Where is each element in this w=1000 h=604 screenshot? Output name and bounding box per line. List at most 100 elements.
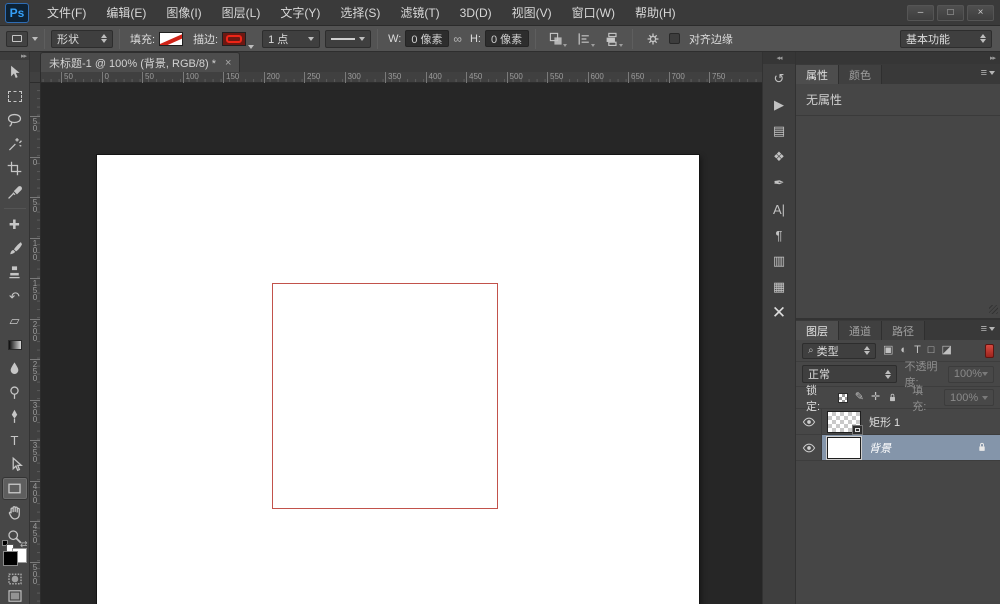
drawn-rectangle-shape[interactable] xyxy=(272,283,498,509)
layer-name[interactable]: 背景 xyxy=(869,440,891,456)
screen-mode-button[interactable] xyxy=(2,588,28,604)
document-tab[interactable]: 未标题-1 @ 100% (背景, RGB/8) * × xyxy=(40,52,240,72)
spot-healing-brush-tool[interactable]: ✚ xyxy=(2,213,28,236)
type-tool[interactable]: T xyxy=(2,429,28,452)
info-panel-icon[interactable]: ▦ xyxy=(765,276,793,298)
measure-panel-icon[interactable]: ✕ xyxy=(765,302,793,324)
ruler-origin-corner[interactable] xyxy=(30,72,41,83)
layer-filter-select[interactable]: ⌕ 类型 xyxy=(802,343,876,359)
tab-properties[interactable]: 属性 xyxy=(796,65,839,84)
opacity-select[interactable]: 100% xyxy=(948,366,994,383)
minimize-button[interactable]: – xyxy=(907,5,934,21)
history-panel-icon[interactable]: ↺ xyxy=(765,68,793,90)
layer-thumbnail[interactable] xyxy=(827,411,861,433)
tab-paths[interactable]: 路径 xyxy=(882,321,925,340)
dock-expand-button[interactable]: ◂◂ xyxy=(763,52,795,64)
align-edges-checkbox[interactable] xyxy=(669,33,680,44)
layer-visibility-toggle[interactable] xyxy=(796,409,822,434)
foreground-color-swatch[interactable] xyxy=(3,551,18,566)
tool-preset-picker[interactable] xyxy=(6,31,38,47)
chevron-down-icon[interactable] xyxy=(248,45,254,49)
hand-tool[interactable] xyxy=(2,501,28,524)
rectangle-tool[interactable] xyxy=(2,477,28,500)
shape-height-field[interactable]: 0 像素 xyxy=(485,30,529,47)
tab-layers[interactable]: 图层 xyxy=(796,321,839,340)
panel-resize-grip[interactable] xyxy=(989,305,998,314)
lasso-tool[interactable] xyxy=(2,109,28,132)
close-icon[interactable]: × xyxy=(225,57,231,69)
menu-item-4[interactable]: 文字(Y) xyxy=(270,0,330,26)
panel-menu-icon[interactable]: ≡ xyxy=(981,323,995,335)
filter-adjustment-layers-icon[interactable]: ◐ xyxy=(900,345,907,356)
styles-panel-icon[interactable]: ▤ xyxy=(765,120,793,142)
panels-collapse-button[interactable]: ▸▸ xyxy=(796,52,1000,64)
move-tool[interactable] xyxy=(2,61,28,84)
fill-color-swatch[interactable] xyxy=(159,32,183,46)
lock-all-icon[interactable] xyxy=(887,392,898,403)
layer-row-background[interactable]: 背景 xyxy=(796,435,1000,461)
menu-item-2[interactable]: 图像(I) xyxy=(156,0,211,26)
tool-mode-select[interactable]: 形状 xyxy=(51,30,113,48)
gradient-tool[interactable] xyxy=(2,333,28,356)
eyedropper-tool[interactable] xyxy=(2,181,28,204)
tab-channels[interactable]: 通道 xyxy=(839,321,882,340)
dodge-tool[interactable] xyxy=(2,381,28,404)
menu-item-0[interactable]: 文件(F) xyxy=(37,0,96,26)
panel-menu-icon[interactable]: ≡ xyxy=(981,67,995,79)
brush-tool[interactable] xyxy=(2,237,28,260)
layers-empty-area[interactable] xyxy=(796,461,1000,601)
layer-name[interactable]: 矩形 1 xyxy=(869,414,900,430)
layer-row-rectangle[interactable]: 矩形 1 xyxy=(796,409,1000,435)
path-alignment-button[interactable] xyxy=(573,30,595,48)
tab-color[interactable]: 颜色 xyxy=(839,65,882,84)
path-operations-button[interactable] xyxy=(545,30,567,48)
pen-tool[interactable] xyxy=(2,405,28,428)
history-brush-tool[interactable]: ↶ xyxy=(2,285,28,308)
stroke-width-select[interactable]: 1 点 xyxy=(262,30,320,48)
actions-panel-icon[interactable]: ▶ xyxy=(765,94,793,116)
quick-mask-button[interactable] xyxy=(2,571,28,587)
crop-tool[interactable] xyxy=(2,157,28,180)
default-colors-icon[interactable] xyxy=(2,540,8,546)
filter-smart-objects-icon[interactable]: ◪ xyxy=(941,345,951,356)
menu-item-9[interactable]: 窗口(W) xyxy=(562,0,625,26)
stroke-color-swatch[interactable] xyxy=(222,32,246,46)
vertical-ruler[interactable]: 50050100150200250300350400450500 xyxy=(30,83,41,604)
menu-item-10[interactable]: 帮助(H) xyxy=(625,0,686,26)
close-button[interactable]: × xyxy=(967,5,994,21)
blur-tool[interactable] xyxy=(2,357,28,380)
tool-presets-panel-icon[interactable]: ✒ xyxy=(765,172,793,194)
document-canvas[interactable] xyxy=(97,155,699,604)
horizontal-ruler[interactable]: 5005010015020025030035040045050055060065… xyxy=(41,72,762,83)
path-arrangement-button[interactable] xyxy=(601,30,623,48)
rectangular-marquee-tool[interactable] xyxy=(2,85,28,108)
workspace-select[interactable]: 基本功能 xyxy=(900,30,992,48)
link-dimensions-icon[interactable]: ∞ xyxy=(453,32,462,46)
menu-item-6[interactable]: 滤镜(T) xyxy=(390,0,449,26)
path-selection-tool[interactable] xyxy=(2,453,28,476)
menu-item-3[interactable]: 图层(L) xyxy=(212,0,271,26)
paragraph-panel-icon[interactable]: ¶ xyxy=(765,224,793,246)
filter-shape-layers-icon[interactable]: □ xyxy=(928,345,935,356)
canvas-pasteboard[interactable] xyxy=(41,83,762,604)
layer-filter-toggle[interactable] xyxy=(985,344,994,358)
layer-comps-panel-icon[interactable]: ▥ xyxy=(765,250,793,272)
shape-width-field[interactable]: 0 像素 xyxy=(405,30,449,47)
lock-position-icon[interactable]: ✛ xyxy=(871,392,880,403)
character-panel-icon[interactable]: A| xyxy=(765,198,793,220)
lock-pixels-icon[interactable]: ✎ xyxy=(855,392,864,403)
gear-icon[interactable] xyxy=(642,30,664,48)
clone-stamp-tool[interactable] xyxy=(2,261,28,284)
blend-mode-select[interactable]: 正常 xyxy=(802,365,897,383)
stroke-style-select[interactable] xyxy=(325,30,371,48)
menu-item-8[interactable]: 视图(V) xyxy=(502,0,562,26)
layer-visibility-toggle[interactable] xyxy=(796,435,822,460)
tools-collapse-button[interactable]: ▸▸ xyxy=(0,52,29,60)
maximize-button[interactable]: □ xyxy=(937,5,964,21)
filter-pixel-layers-icon[interactable]: ▣ xyxy=(883,345,893,356)
layer-thumbnail[interactable] xyxy=(827,437,861,459)
lock-transparency-icon[interactable] xyxy=(838,393,848,403)
materials-panel-icon[interactable]: ❖ xyxy=(765,146,793,168)
fill-opacity-select[interactable]: 100% xyxy=(944,389,994,406)
filter-type-layers-icon[interactable]: T xyxy=(914,345,921,356)
